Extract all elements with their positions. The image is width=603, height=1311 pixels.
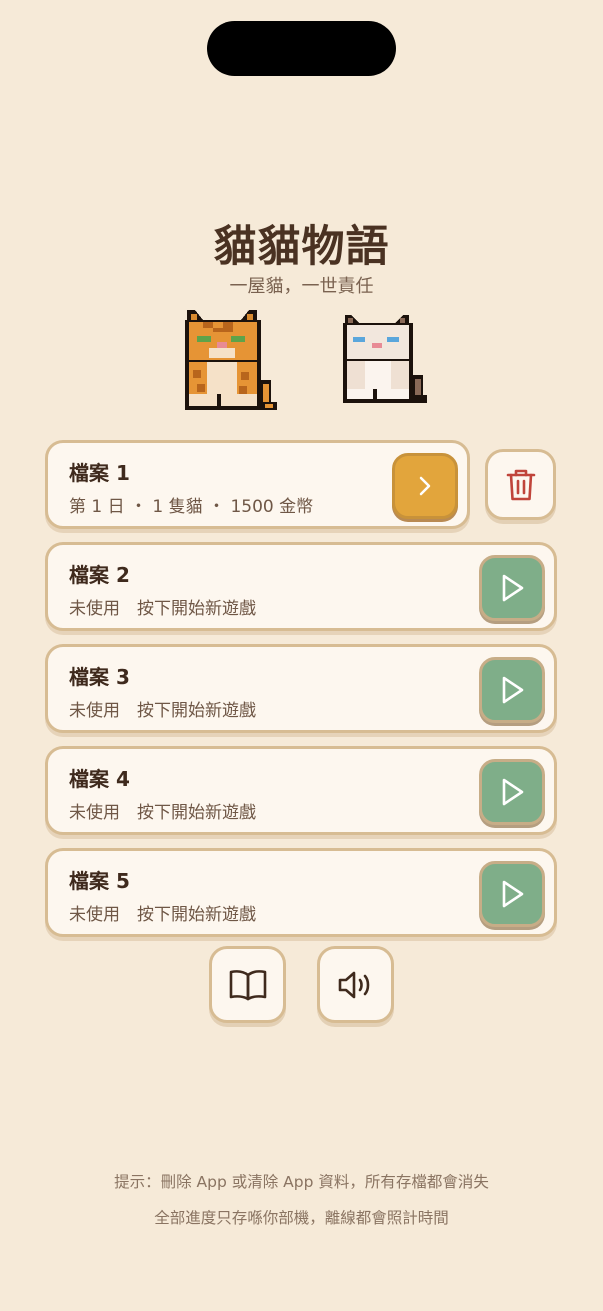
new-game-button[interactable]	[479, 657, 545, 723]
new-game-button[interactable]	[479, 759, 545, 825]
slot-meta: 未使用 按下開始新遊戲	[69, 599, 256, 619]
save-slot-2[interactable]: 檔案 2 未使用 按下開始新遊戲	[45, 542, 557, 631]
book-icon	[229, 969, 266, 1000]
slot-title: 檔案 3	[69, 665, 130, 689]
hint-line-2: 全部進度只存喺你部機，離線都會照計時間	[154, 1209, 449, 1227]
new-game-button[interactable]	[479, 861, 545, 927]
play-icon	[502, 880, 524, 908]
chevron-right-icon	[419, 476, 431, 496]
hint-line-1: 提示：刪除 App 或清除 App 資料，所有存檔都會消失	[114, 1173, 489, 1191]
dynamic-island	[207, 21, 396, 76]
save-slot-5[interactable]: 檔案 5 未使用 按下開始新遊戲	[45, 848, 557, 937]
slot-meta: 未使用 按下開始新遊戲	[69, 701, 256, 721]
slot-meta: 未使用 按下開始新遊戲	[69, 803, 256, 823]
slot-title: 檔案 5	[69, 869, 130, 893]
new-game-button[interactable]	[479, 555, 545, 621]
play-icon	[502, 574, 524, 602]
slot-meta: 未使用 按下開始新遊戲	[69, 905, 256, 925]
app-subtitle: 一屋貓，一世責任	[229, 276, 374, 297]
save-slot-1[interactable]: 檔案 1 第 1 日 ・ 1 隻貓 ・ 1500 金幣	[45, 440, 470, 529]
app-title: 貓貓物語	[213, 222, 390, 272]
slot-title: 檔案 4	[69, 767, 130, 791]
save-slot-3[interactable]: 檔案 3 未使用 按下開始新遊戲	[45, 644, 557, 733]
delete-save-button[interactable]	[485, 449, 556, 520]
slot-title: 檔案 1	[69, 461, 130, 485]
slot-title: 檔案 2	[69, 563, 130, 587]
continue-button[interactable]	[392, 453, 458, 519]
guide-button[interactable]	[209, 946, 286, 1023]
trash-icon	[506, 469, 535, 500]
sound-button[interactable]	[317, 946, 394, 1023]
play-icon	[502, 676, 524, 704]
slot-meta: 第 1 日 ・ 1 隻貓 ・ 1500 金幣	[69, 497, 314, 517]
play-icon	[502, 778, 524, 806]
white-cat-icon	[343, 315, 427, 403]
orange-cat-icon	[185, 310, 277, 410]
speaker-icon	[338, 971, 369, 998]
save-slot-4[interactable]: 檔案 4 未使用 按下開始新遊戲	[45, 746, 557, 835]
